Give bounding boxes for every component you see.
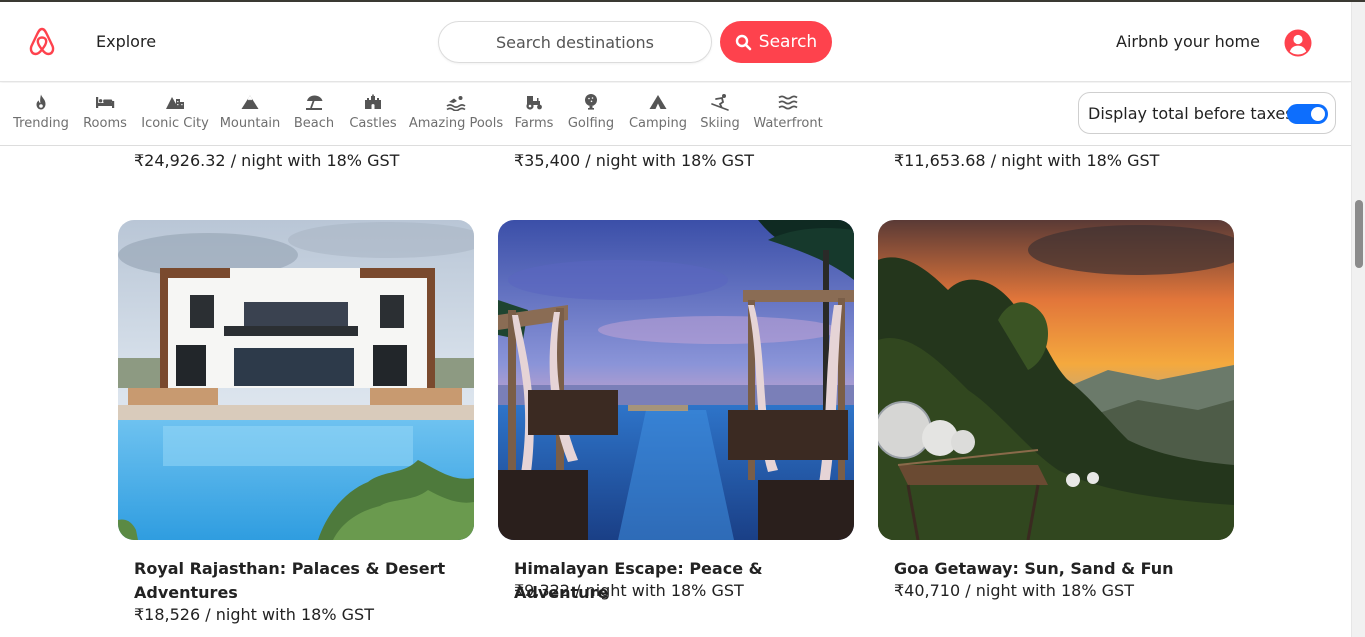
mountain-city-icon: [166, 97, 184, 109]
listing-price: ₹11,653.68 / night with 18% GST: [894, 151, 1160, 170]
scrollbar-thumb[interactable]: [1355, 200, 1363, 268]
listing-price: ₹24,926.32 / night with 18% GST: [134, 151, 400, 170]
listing-image-resort-pool: [498, 220, 854, 540]
umbrella-beach-icon: [306, 95, 323, 110]
person-skiing-icon: [711, 94, 729, 111]
filter-label: Skiing: [700, 116, 740, 131]
listing-card[interactable]: Himalayan Escape: Peace & Adventure ₹9,3…: [498, 220, 854, 602]
search-bar: [438, 21, 712, 63]
listing-price: ₹18,526 / night with 18% GST: [134, 605, 374, 624]
listing-image-villa: [118, 220, 474, 540]
filter-golfing[interactable]: Golfing: [567, 93, 615, 131]
mountain-icon: [241, 95, 259, 109]
search-input[interactable]: [439, 22, 711, 62]
listing-price: ₹35,400 / night with 18% GST: [514, 151, 754, 170]
navbar: Explore Search Airbnb your home: [0, 2, 1351, 82]
page-scrollbar[interactable]: [1351, 2, 1365, 637]
nav-link-explore[interactable]: Explore: [96, 32, 156, 51]
person-swimming-icon: [446, 96, 466, 111]
filter-mountain[interactable]: Mountain: [219, 93, 281, 131]
airbnb-logo-icon[interactable]: [27, 26, 57, 58]
filter-farms[interactable]: Farms: [514, 93, 554, 131]
user-circle-icon[interactable]: [1284, 29, 1312, 57]
filter-label: Golfing: [567, 116, 615, 131]
filter-label: Beach: [293, 116, 335, 131]
water-icon: [778, 95, 798, 110]
fire-icon: [36, 94, 46, 110]
tractor-icon: [526, 96, 542, 110]
golf-ball-icon: [585, 94, 597, 110]
tax-toggle-label: Display total before taxes: [1088, 103, 1294, 123]
filter-label: Camping: [628, 116, 688, 131]
listing-price: ₹9,322 / night with 18% GST: [514, 581, 744, 600]
tax-toggle-switch[interactable]: [1287, 104, 1328, 124]
filter-camping[interactable]: Camping: [628, 93, 688, 131]
filter-label: Trending: [13, 116, 69, 131]
airbnb-your-home-link[interactable]: Airbnb your home: [1116, 32, 1260, 51]
magnifying-glass-icon: [735, 34, 752, 50]
listing-title: Royal Rajasthan: Palaces & Desert Advent…: [134, 559, 446, 602]
filter-amazing-pools[interactable]: Amazing Pools: [408, 93, 504, 131]
filter-label: Rooms: [83, 116, 127, 131]
filter-label: Amazing Pools: [408, 116, 504, 131]
filter-skiing[interactable]: Skiing: [700, 93, 740, 131]
toggle-knob: [1311, 107, 1325, 121]
filter-rooms[interactable]: Rooms: [83, 93, 127, 131]
category-filter-bar: Trending Rooms Iconic City Mountain Beac…: [0, 83, 1351, 146]
filter-label: Farms: [514, 116, 554, 131]
tax-toggle-box: Display total before taxes: [1078, 92, 1336, 134]
filter-label: Iconic City: [141, 116, 209, 131]
listing-image-dome-forest: [878, 220, 1234, 540]
filter-label: Mountain: [219, 116, 281, 131]
bed-icon: [96, 97, 115, 108]
filter-iconic-city[interactable]: Iconic City: [141, 93, 209, 131]
filter-label: Waterfront: [753, 116, 823, 131]
filter-trending[interactable]: Trending: [13, 93, 69, 131]
filter-waterfront[interactable]: Waterfront: [753, 93, 823, 131]
filter-beach[interactable]: Beach: [292, 93, 336, 131]
castle-icon: [365, 94, 381, 109]
listing-title: Goa Getaway: Sun, Sand & Fun: [894, 559, 1174, 578]
filter-label: Castles: [349, 116, 397, 131]
listing-card[interactable]: Royal Rajasthan: Palaces & Desert Advent…: [118, 220, 474, 624]
search-button[interactable]: Search: [720, 21, 832, 63]
filter-castles[interactable]: Castles: [348, 93, 398, 131]
listing-price: ₹40,710 / night with 18% GST: [894, 581, 1134, 600]
search-button-label: Search: [758, 32, 818, 52]
campground-icon: [649, 95, 667, 109]
listing-card[interactable]: Goa Getaway: Sun, Sand & Fun ₹40,710 / n…: [878, 220, 1234, 600]
